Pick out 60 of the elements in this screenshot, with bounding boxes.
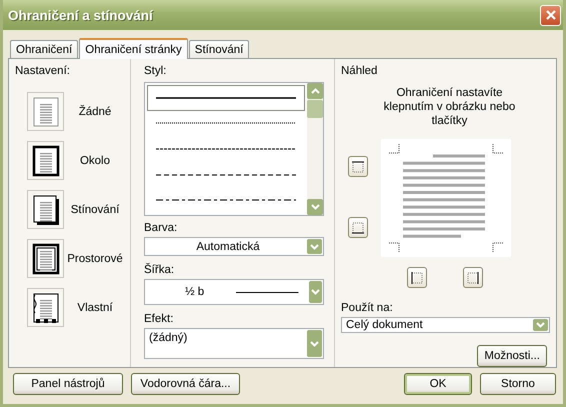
border-left-icon (411, 272, 423, 284)
border-bottom-icon (352, 222, 364, 234)
color-dropdown[interactable]: Automatická (144, 237, 324, 256)
line-solid-icon (156, 96, 296, 100)
color-label: Barva: (144, 222, 178, 234)
setting-label: Okolo (78, 154, 112, 166)
style-list[interactable] (144, 82, 324, 216)
dropdown-icon (310, 244, 319, 250)
dropdown-icon (536, 322, 545, 328)
tab[interactable]: Stínování (188, 40, 250, 58)
setting-label: Vlastní (76, 302, 114, 314)
setting-button[interactable] (27, 239, 64, 278)
dialog-button[interactable]: Vodorovná čára... (131, 373, 240, 395)
line-style-option[interactable] (147, 85, 305, 111)
apply-to-dropdown[interactable]: Celý dokument (341, 317, 550, 333)
dropdown-icon (310, 289, 320, 296)
line-dashed-fine-icon (156, 146, 296, 151)
left-border-button[interactable] (407, 267, 427, 288)
options-button[interactable]: Možnosti... (477, 345, 547, 367)
dialog-button[interactable]: OK (404, 373, 472, 395)
page-shadow-icon (32, 194, 60, 226)
preview-hint: Ohraničení nastavíte klepnutím v obrázku nebo tlačítky (382, 86, 516, 128)
line-dashed-icon (156, 172, 296, 177)
bottom-border-button[interactable] (348, 217, 368, 238)
page-none-icon (32, 96, 60, 128)
tab[interactable]: Ohraničení stránky (79, 38, 188, 59)
setting-label: Prostorové (66, 252, 124, 264)
scrollbar[interactable] (307, 83, 323, 215)
tab[interactable]: Ohraničení (10, 40, 78, 58)
window-title: Ohraničení a stínování (8, 8, 153, 22)
setting-button[interactable] (27, 288, 64, 327)
line-dotted-icon (156, 121, 296, 126)
page-custom-icon (32, 292, 60, 324)
setting-button[interactable] (27, 190, 64, 229)
dropdown-icon (310, 340, 319, 346)
border-right-icon (467, 272, 479, 284)
dialog-button[interactable]: Panel nástrojů (13, 373, 123, 395)
setting-button[interactable] (27, 141, 64, 180)
effect-dropdown[interactable]: (žádný) (144, 328, 324, 359)
setting-label: Žádné (78, 106, 112, 118)
close-icon (544, 9, 556, 21)
preview-label: Náhled (341, 65, 378, 77)
scroll-thumb[interactable] (307, 100, 323, 118)
style-label: Styl: (144, 65, 168, 77)
setting-label: Stínování (70, 204, 120, 216)
settings-label: Nastavení: (15, 65, 71, 77)
width-dropdown[interactable]: ½ b (144, 279, 324, 305)
effect-label: Efekt: (144, 313, 174, 325)
width-label: Šířka: (144, 264, 176, 276)
scroll-up-icon (310, 88, 320, 94)
page-box-icon (32, 144, 60, 176)
top-border-button[interactable] (348, 156, 368, 177)
apply-to-label: Použít na: (341, 302, 394, 314)
dialog-button[interactable]: Storno (480, 373, 556, 395)
close-button[interactable] (540, 4, 561, 26)
scroll-down-icon (310, 204, 320, 210)
line-sample-icon (236, 290, 299, 294)
border-top-icon (352, 160, 364, 172)
right-border-button[interactable] (463, 267, 483, 288)
page-raised-icon (32, 242, 60, 274)
